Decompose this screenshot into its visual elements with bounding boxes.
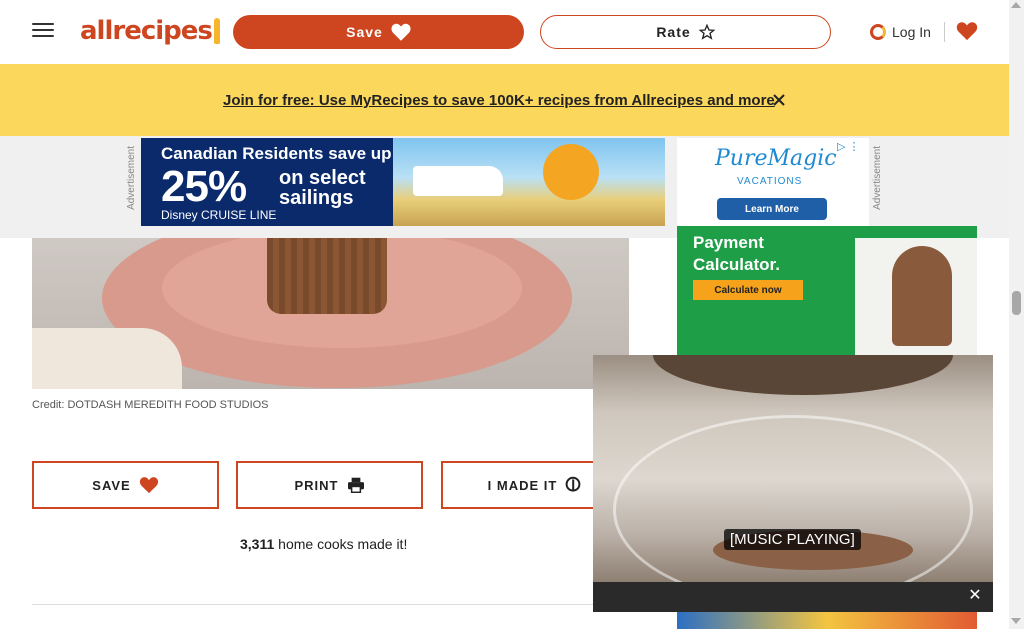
printer-icon <box>347 477 364 493</box>
site-logo[interactable]: allrecipes <box>80 14 220 48</box>
heart-icon <box>391 23 411 41</box>
made-it-count-text: 3,311 home cooks made it! <box>240 536 407 552</box>
star-icon <box>698 24 715 40</box>
menu-icon[interactable] <box>32 20 54 40</box>
scroll-up-icon[interactable] <box>1011 2 1021 8</box>
ad-ship-shape <box>413 166 503 196</box>
rail-ad-headline: Payment Calculator. <box>693 232 780 276</box>
video-frame: [MUSIC PLAYING] <box>593 355 993 582</box>
pure-magic-ad[interactable]: ▷ ⋮ PureMagic VACATIONS Learn More <box>677 138 869 226</box>
signup-banner: Join for free: Use MyRecipes to save 100… <box>0 64 1009 136</box>
rail-ad-bottom[interactable] <box>677 610 977 629</box>
login-link[interactable]: Log In <box>870 20 931 44</box>
ad-headline: Canadian Residents save up to <box>161 144 413 163</box>
recipe-photo <box>32 238 629 389</box>
heart-icon <box>139 477 158 494</box>
signup-banner-link[interactable]: Join for free: Use MyRecipes to save 100… <box>223 92 775 109</box>
ad-side-sub: VACATIONS <box>737 176 803 187</box>
print-button[interactable]: PRINT <box>236 461 423 509</box>
made-it-count: 3,311 <box>240 536 275 552</box>
close-banner-icon[interactable] <box>771 92 787 108</box>
video-player[interactable]: [MUSIC PLAYING] <box>593 355 993 612</box>
video-control-bar[interactable] <box>593 582 993 612</box>
saved-recipes-heart-icon[interactable] <box>956 20 978 42</box>
rate-button-label: Rate <box>656 24 691 40</box>
print-label: PRINT <box>294 477 339 493</box>
scrollbar-thumb[interactable] <box>1012 291 1021 315</box>
ad-image <box>393 138 665 226</box>
save-recipe-button[interactable]: SAVE <box>32 461 219 509</box>
cloth-shape <box>32 328 182 389</box>
ad-percent: 25% <box>161 162 247 211</box>
payment-calculator-ad[interactable]: Payment Calculator. Calculate now <box>677 226 977 356</box>
rail-ad-line1: Payment <box>693 233 764 252</box>
spoon-icon <box>565 476 581 492</box>
rail-ad-line2: Calculator. <box>693 255 780 274</box>
ad-label-left: Advertisement <box>126 146 137 210</box>
ad-side-brand: PureMagic <box>715 146 837 171</box>
header-divider <box>944 22 945 42</box>
calculate-now-button[interactable]: Calculate now <box>693 280 803 300</box>
cruise-ad[interactable]: Canadian Residents save up to 25% on sel… <box>141 138 665 226</box>
scroll-down-icon[interactable] <box>1011 618 1021 624</box>
save-button-label: Save <box>346 24 383 40</box>
section-divider <box>32 604 629 605</box>
ad-character-shape <box>543 144 599 200</box>
ad-brand: Disney CRUISE LINE <box>161 208 277 222</box>
ad-label-right: Advertisement <box>872 146 883 210</box>
i-made-it-label: I MADE IT <box>487 477 558 493</box>
ad-percent-sub-2: sailings <box>279 187 354 209</box>
ad-choices-icon[interactable]: ▷ ⋮ <box>837 140 860 153</box>
close-video-icon[interactable]: ✕ <box>963 581 987 609</box>
made-it-suffix: home cooks made it! <box>274 536 408 552</box>
photo-credit: Credit: DOTDASH MEREDITH FOOD STUDIOS <box>32 399 269 411</box>
save-recipe-label: SAVE <box>92 477 131 493</box>
site-header: allrecipes Save Rate Log In <box>0 0 1009 64</box>
save-button[interactable]: Save <box>233 15 524 49</box>
learn-more-button[interactable]: Learn More <box>717 198 827 220</box>
cupcake-shape <box>267 238 387 314</box>
rate-button[interactable]: Rate <box>540 15 831 49</box>
rail-ad-person-shape <box>892 246 952 346</box>
login-label: Log In <box>892 24 931 40</box>
spoon-logo-icon <box>213 18 220 44</box>
page: allrecipes Save Rate Log In Join for fre… <box>0 0 1024 629</box>
video-caption: [MUSIC PLAYING] <box>724 529 861 550</box>
user-ring-icon <box>870 24 886 40</box>
sieve-shape <box>653 355 953 395</box>
ad-percent-sub-1: on select <box>279 167 366 189</box>
ad-percent-sub: on select sailings <box>279 168 366 208</box>
logo-text: allrecipes <box>80 16 213 46</box>
